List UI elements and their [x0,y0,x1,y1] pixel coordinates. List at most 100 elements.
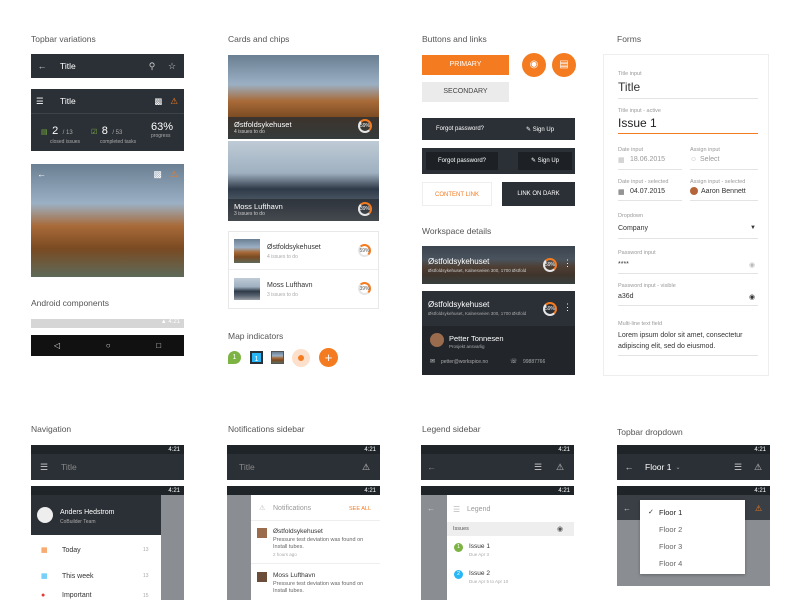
nav-home-icon[interactable]: ○ [106,341,111,350]
status-bar: 4:21 [31,445,184,454]
project-card[interactable]: Østfoldsykehuset 4 issues to do 59% [228,55,379,139]
chevron-down-icon[interactable]: ⌄ [675,464,732,471]
sign-up-link[interactable]: ✎ Sign Up [526,126,554,133]
chip-subtitle: 3 issues to do [267,292,298,298]
document-icon: ▤ [41,129,48,136]
sign-up-button[interactable]: ✎ Sign Up [518,152,572,170]
topbar-over-photo: ← ▩ ⚠ [31,164,184,277]
nav-item-today[interactable]: ▦ Today 13 [31,540,161,560]
password-input-visible[interactable]: a36d [618,293,634,300]
date-input[interactable]: 18.06.2015 [630,156,665,163]
avatar [430,333,444,347]
notification-text: Pressure test deviation was found on Ins… [273,537,364,550]
legend-item-label[interactable]: Issue 2 [469,570,490,577]
menu-icon[interactable]: ☰ [37,462,51,473]
more-vert-icon[interactable]: ⋮ [563,302,572,313]
topbar: Title ⚠ [227,454,380,480]
map-icon[interactable]: ▩ [154,96,162,107]
calendar-icon: ▦ [41,573,48,580]
list-icon[interactable]: ☰ [532,462,544,473]
stat-completed-tasks: ☑ 8 / 53 completed tasks [91,121,136,145]
forgot-password-link[interactable]: Forgot password? [436,126,484,132]
see-all-link[interactable]: SEE ALL [349,506,371,512]
avatar [690,187,698,195]
map-icon[interactable]: ▩ [153,169,162,180]
map-pin-issue[interactable]: 1 [228,351,241,364]
notification-title[interactable]: Østfoldsykehuset [273,528,323,535]
nav-back-icon[interactable]: ◁ [54,341,60,350]
title-input[interactable]: Title [618,80,640,94]
menu-icon[interactable]: ☰ [36,96,50,107]
document-fab-button[interactable]: ▤ [552,53,576,77]
secondary-button[interactable]: SECONDARY [422,82,509,102]
eye-icon[interactable]: ◉ [749,261,755,269]
location-pin-icon[interactable]: ⚲ [146,61,158,72]
back-arrow-icon[interactable]: ← [623,504,631,513]
title-input-active[interactable]: Issue 1 [618,116,657,130]
dropdown-select[interactable]: Company [618,225,648,232]
map-pin-task[interactable]: 1 [250,351,263,364]
add-fab-button[interactable]: + [319,348,338,367]
eye-icon[interactable]: ◉ [749,293,755,301]
notification-bell-icon[interactable]: ⚠ [755,504,762,513]
nav-screen: 4:21 Anders Hedstrom CoBuilder Team ▦ To… [31,486,184,600]
dropdown-option[interactable]: Floor 3 [659,542,682,551]
map-pin-photo[interactable] [271,351,284,364]
dropdown-option[interactable]: Floor 4 [659,559,682,568]
check-icon: ✓ [648,509,654,516]
stat-value: 8 [101,125,108,137]
back-arrow-icon[interactable]: ← [427,462,532,472]
content-link[interactable]: CONTENT LINK [422,182,492,206]
back-arrow-icon[interactable]: ← [37,169,153,179]
topbar-stats: ☰ Title ▩ ⚠ ▤ 2 / 13 closed issues ☑ 8 /… [31,89,184,151]
assign-input-selected[interactable]: Aaron Bennett [701,188,746,195]
user-name: Anders Hedstrom [60,509,115,516]
nav-recent-icon[interactable]: □ [156,341,161,350]
workspace-detail-card: Østfoldsykehuset Østfoldsykehuset, Kalne… [422,291,575,375]
legend-item-label[interactable]: Issue 1 [469,543,490,550]
project-chip[interactable]: Moss Lufthavn 3 issues to do 39% [229,270,378,308]
notification-text: Pressure test deviation was found on Ins… [273,581,364,594]
topbar-title[interactable]: Floor 1 [645,462,671,472]
nav-item-this-week[interactable]: ▦ This week 13 [31,566,161,586]
nav-item-important[interactable]: ● Important 15 [31,591,161,600]
date-input-selected[interactable]: 04.07.2015 [630,188,665,195]
back-arrow-icon[interactable]: ← [36,61,48,71]
stat-value: 63% [151,121,174,133]
eye-icon[interactable]: ◉ [557,525,563,533]
notification-title[interactable]: Moss Lufthavn [273,572,315,579]
project-chip[interactable]: Østfoldsykehuset 4 issues to do 59% [229,232,378,270]
topbar-simple: ← Title ⚲ ☆ [31,54,184,78]
workspace-header[interactable]: Østfoldsykehuset Østfoldsykehuset, Kalne… [422,246,575,284]
notification-bell-icon[interactable]: ⚠ [360,462,372,473]
topbar: ☰ Title [31,454,184,480]
contact-email[interactable]: petter@workspice.no [441,359,488,365]
avatar [37,507,53,523]
dropdown-option[interactable]: Floor 1 [659,508,682,517]
back-arrow-icon[interactable]: ← [623,462,635,472]
camera-fab-button[interactable]: ◉ [522,53,546,77]
link-on-dark[interactable]: LINK ON DARK [502,182,575,206]
notification-bell-icon[interactable]: ⚠ [752,462,764,473]
legend-screen: 4:21 ← ☰ Legend Issues ◉ 1 Issue 1 Due A… [421,486,574,600]
star-icon[interactable]: ☆ [166,61,178,72]
notification-bell-icon[interactable]: ⚠ [554,462,566,473]
contact-phone[interactable]: 99887766 [523,359,545,365]
chip-thumbnail [234,278,260,300]
dropdown-arrow-icon[interactable]: ▼ [750,225,756,231]
project-card[interactable]: Moss Lufthavn 3 issues to do 39% [228,141,379,221]
notification-bell-icon[interactable]: ⚠ [170,169,178,180]
contact-role: Prosjekt ansvarlig [449,344,485,349]
password-input[interactable]: **** [618,261,629,268]
assign-input[interactable]: Select [700,156,719,163]
notification-bell-icon[interactable]: ⚠ [170,96,178,107]
card-subtitle: 4 issues to do [234,129,265,135]
back-arrow-icon[interactable]: ← [427,504,435,513]
more-vert-icon[interactable]: ⋮ [563,258,572,269]
dropdown-option[interactable]: Floor 2 [659,525,682,534]
mail-icon: ✉ [430,359,436,365]
primary-button[interactable]: PRIMARY [422,55,509,75]
list-icon[interactable]: ☰ [732,462,744,473]
forgot-password-button[interactable]: Forgot password? [426,152,498,170]
multiline-text-field[interactable]: Lorem ipsum dolor sit amet, consectetur … [618,330,758,352]
